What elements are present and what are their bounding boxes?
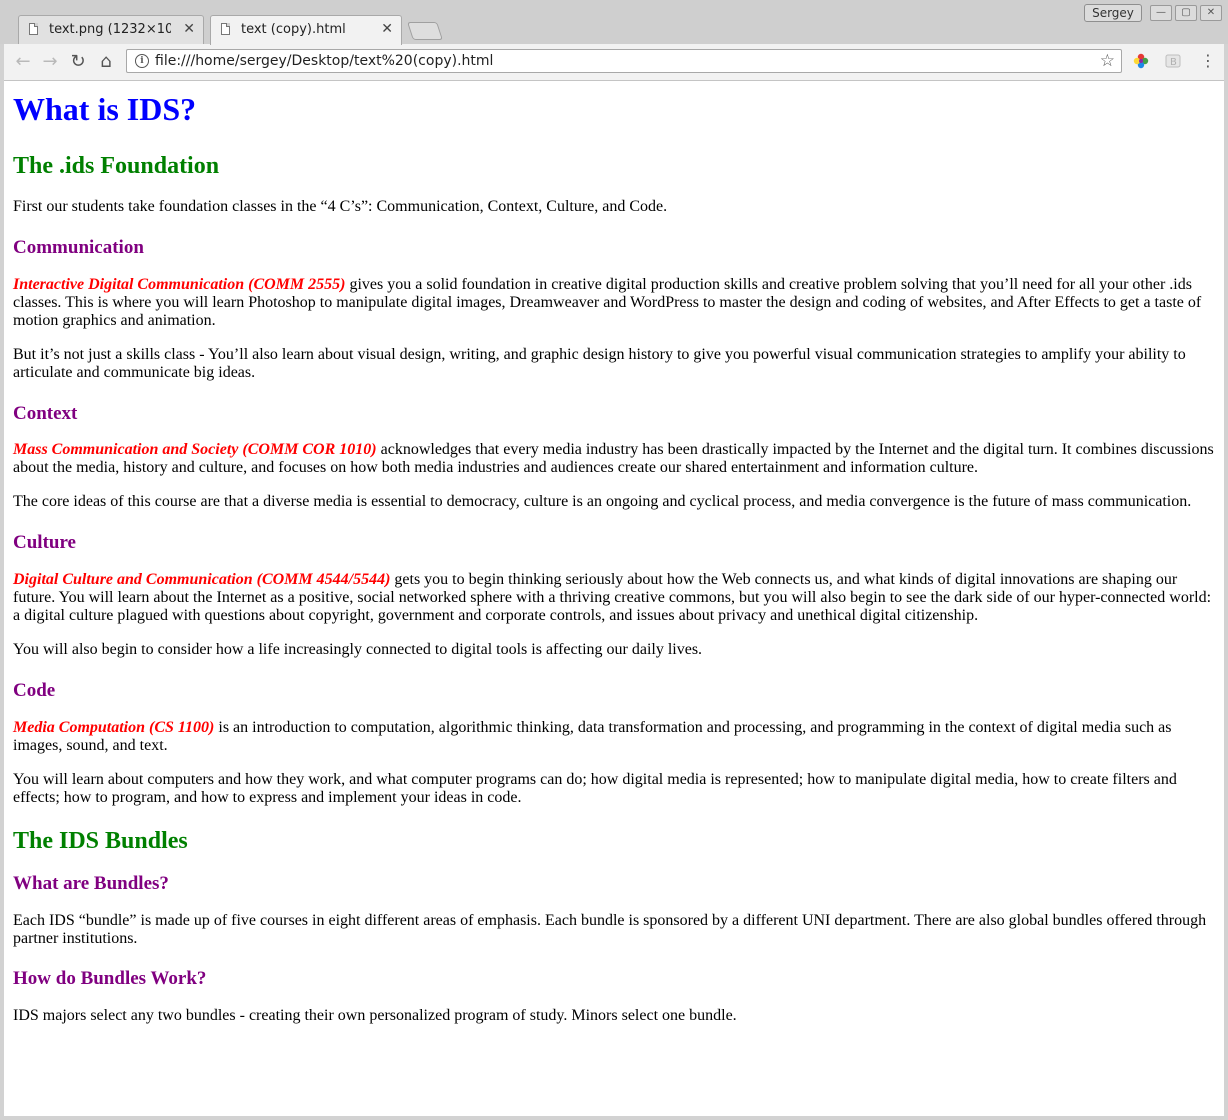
bundles-heading: The IDS Bundles (13, 828, 188, 854)
info-icon[interactable]: i (135, 54, 149, 68)
section-culture-extra: You will also begin to consider how a li… (13, 641, 703, 658)
maximize-icon[interactable]: ▢ (1175, 5, 1197, 21)
page-icon (29, 23, 38, 35)
close-window-icon[interactable]: ✕ (1200, 5, 1222, 21)
section-heading-culture: Culture (13, 532, 76, 553)
foundation-intro: First our students take foundation class… (13, 198, 668, 215)
course-name: Media Computation (CS 1100) (13, 719, 215, 736)
course-name: Interactive Digital Communication (COMM … (13, 276, 346, 293)
section-heading-code: Code (13, 680, 56, 701)
section-communication-extra: But it’s not just a skills class - You’l… (13, 346, 1186, 381)
section-heading-context: Context (13, 403, 78, 424)
bundles-subheading-what: What are Bundles? (13, 873, 169, 894)
section-context-body: Mass Communication and Society (COMM COR… (13, 441, 1215, 477)
page-viewport: What is IDS? The .ids Foundation First o… (4, 81, 1224, 1116)
bundles-what-text: Each IDS “bundle” is made up of five cou… (13, 912, 1207, 947)
section-heading-communication: Communication (13, 237, 144, 258)
tab-text-copy-html[interactable]: text (copy).html ✕ (210, 15, 402, 45)
course-name: Mass Communication and Society (COMM COR… (13, 441, 377, 458)
page-title: What is IDS? (13, 91, 197, 127)
course-name: Digital Culture and Communication (COMM … (13, 571, 391, 588)
tab-title: text.png (1232×1081) (49, 22, 171, 37)
tab-text-png[interactable]: text.png (1232×1081) ✕ (18, 15, 204, 44)
page-icon (221, 23, 230, 35)
window-titlebar: text.png (1232×1081) ✕ text (copy).html … (0, 0, 1228, 45)
color-wheel-extension-icon[interactable] (1132, 52, 1150, 70)
url-text[interactable]: file:///home/sergey/Desktop/text%20(copy… (155, 53, 493, 69)
page-content: What is IDS? The .ids Foundation First o… (4, 91, 1224, 1025)
svg-text:B: B (1170, 57, 1177, 68)
minimize-icon[interactable]: — (1150, 5, 1172, 21)
b-extension-icon[interactable]: B (1164, 52, 1182, 70)
close-icon[interactable]: ✕ (381, 21, 393, 37)
home-icon[interactable]: ⌂ (95, 51, 117, 73)
reload-icon[interactable]: ↻ (67, 51, 89, 73)
bundles-how-text: IDS majors select any two bundles - crea… (13, 1007, 737, 1024)
tab-title: text (copy).html (241, 22, 346, 37)
foundation-heading: The .ids Foundation (13, 153, 220, 179)
profile-button[interactable]: Sergey (1084, 4, 1142, 22)
kebab-menu-icon[interactable]: ⋮ (1200, 51, 1216, 70)
section-context-extra: The core ideas of this course are that a… (13, 493, 1192, 510)
new-tab-button[interactable] (407, 22, 443, 40)
forward-arrow-icon[interactable]: → (39, 51, 61, 73)
section-code-extra: You will learn about computers and how t… (13, 771, 1177, 806)
section-communication-body: Interactive Digital Communication (COMM … (13, 276, 1215, 330)
section-culture-body: Digital Culture and Communication (COMM … (13, 571, 1215, 625)
section-code-body: Media Computation (CS 1100) is an introd… (13, 719, 1215, 755)
browser-toolbar: ← → ↻ ⌂ i file:///home/sergey/Desktop/te… (4, 44, 1224, 81)
back-arrow-icon[interactable]: ← (12, 51, 34, 73)
bundles-subheading-how: How do Bundles Work? (13, 968, 207, 989)
close-icon[interactable]: ✕ (183, 21, 195, 37)
address-bar[interactable]: i file:///home/sergey/Desktop/text%20(co… (126, 49, 1122, 73)
bookmark-star-icon[interactable]: ☆ (1100, 51, 1115, 71)
